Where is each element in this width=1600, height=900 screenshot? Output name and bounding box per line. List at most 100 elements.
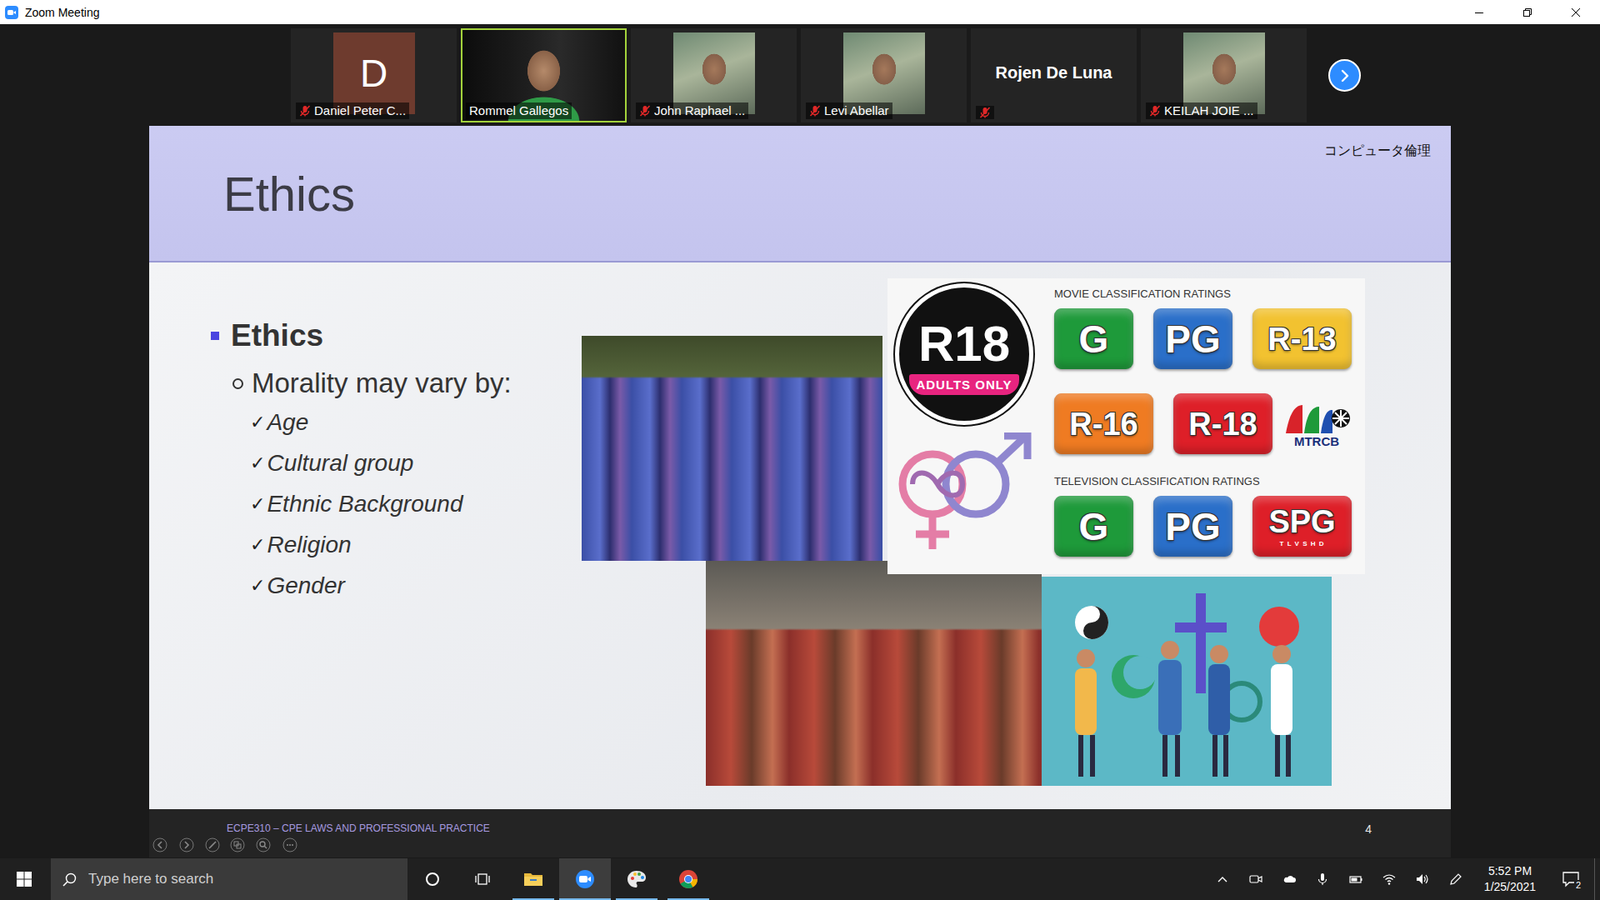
participant-tile[interactable]: DDaniel Peter C... (290, 28, 457, 123)
zoom-in-icon[interactable] (255, 837, 271, 853)
adults-only-badge: R18 ADULTS ONLY (895, 283, 1034, 425)
notification-button[interactable]: 2 (1547, 858, 1595, 900)
start-button[interactable] (0, 858, 49, 900)
cortana-button[interactable] (407, 858, 458, 900)
clock[interactable]: 5:52 PM1/25/2021 (1472, 858, 1548, 900)
slide-title: Ethics (223, 165, 355, 222)
muted-mic-icon (809, 105, 821, 117)
meeting-area: DDaniel Peter C...Rommel Gallegos John Ra… (0, 24, 1600, 859)
taskbar-app[interactable] (559, 858, 611, 900)
onedrive-button[interactable] (1272, 858, 1306, 900)
pen-icon[interactable] (205, 837, 220, 853)
check-item-text: Religion (266, 531, 351, 559)
minimize-icon (1475, 8, 1484, 17)
minimize-button[interactable] (1455, 0, 1504, 25)
running-indicator (667, 898, 710, 900)
paint-icon (626, 869, 647, 890)
slide-header: Ethicsコンピュータ倫理 (149, 125, 1451, 263)
restore-button[interactable] (1503, 0, 1552, 25)
slide: Ethicsコンピュータ倫理EthicsMorality may vary by… (149, 125, 1451, 858)
next-page-button[interactable] (1328, 59, 1361, 92)
next-slide-icon[interactable] (179, 837, 195, 853)
running-indicator (559, 898, 611, 900)
participant-name: Levi Abellar (824, 103, 890, 119)
check-mark: ✓ (250, 575, 265, 596)
religion-illustration (1041, 576, 1332, 786)
rating-label: SPG (1268, 505, 1335, 538)
speaker-icon (1415, 872, 1430, 886)
gender-symbol-icon (882, 432, 1035, 555)
close-button[interactable] (1551, 0, 1600, 25)
rating-label: G (1079, 507, 1110, 546)
close-icon (1571, 8, 1580, 17)
bullet-text: Ethics (230, 318, 324, 354)
circle-bullet-icon (232, 378, 244, 390)
task-view-icon (475, 871, 490, 887)
taskbar-app[interactable] (662, 858, 715, 900)
show-hidden-icons-button[interactable] (1205, 858, 1240, 900)
rating-badge: G (1054, 308, 1134, 370)
search-box[interactable] (50, 858, 408, 900)
running-indicator (615, 898, 658, 900)
window-title: Zoom Meeting (25, 5, 100, 20)
rating-badge: SPG T L V S H D (1252, 495, 1352, 557)
meet-now-button[interactable] (1239, 858, 1273, 900)
movie-ratings-title: MOVIE CLASSIFICATION RATINGS (1054, 287, 1365, 301)
wifi-icon (1382, 872, 1396, 886)
slide-number: 4 (1365, 822, 1372, 836)
wifi-button[interactable] (1372, 858, 1406, 900)
taskbar-app[interactable] (610, 858, 663, 900)
rating-sub: T L V S H D (1280, 540, 1325, 548)
pen-workspace-icon (1449, 872, 1463, 886)
muted-mic-icon (1149, 105, 1161, 117)
taskbar-app[interactable] (507, 858, 560, 900)
battery-icon (1349, 872, 1363, 886)
rating-row: R-16R-18MTRCB (1054, 393, 1365, 455)
title-bar: Zoom Meeting (0, 0, 1600, 25)
search-icon (62, 872, 77, 887)
participant-name-display: Rojen De Luna (972, 63, 1135, 83)
participant-label: Levi Abellar (805, 102, 893, 120)
clock-time: 5:52 PM (1488, 863, 1532, 880)
participant-tile[interactable]: Rojen De Luna (970, 28, 1137, 123)
more-options-icon[interactable] (282, 837, 298, 853)
slide-body: EthicsMorality may vary by:✓Age✓Cultural… (149, 262, 1451, 810)
ratings-right-column: MOVIE CLASSIFICATION RATINGSGPGR-13R-16R… (1054, 278, 1365, 575)
participant-name: John Raphael ... (654, 103, 745, 119)
participant-tile[interactable]: Rommel Gallegos (460, 28, 627, 123)
rating-badge: G (1054, 495, 1134, 557)
participant-tile[interactable]: John Raphael ... (630, 28, 797, 123)
battery-button[interactable] (1339, 858, 1373, 900)
rating-row: GPGSPGT L V S H D (1054, 495, 1365, 557)
participant-strip: DDaniel Peter C...Rommel Gallegos John Ra… (0, 28, 1600, 123)
participant-tile[interactable]: KEILAH JOIE ... (1140, 28, 1307, 123)
mtrcb-emblem-icon (1282, 400, 1351, 435)
tv-ratings-title: TELEVISION CLASSIFICATION RATINGS (1054, 475, 1365, 489)
rating-badge: R-16 (1054, 393, 1154, 455)
chevron-right-icon (1338, 69, 1352, 83)
windows-logo-icon (16, 871, 32, 887)
sub-bullet-text: Morality may vary by: (251, 367, 512, 400)
check-item-text: Age (266, 409, 309, 436)
square-bullet-icon (210, 331, 220, 340)
search-input[interactable] (86, 870, 408, 889)
slides-grid-icon[interactable] (230, 837, 245, 853)
restore-icon (1523, 8, 1532, 17)
mtrcb-text: MTRCB (1294, 435, 1340, 449)
muted-mic-icon (979, 106, 991, 119)
rating-row: GPGR-13 (1054, 308, 1365, 370)
show-desktop-button[interactable] (1594, 858, 1600, 900)
adults-only-sub: ADULTS ONLY (909, 374, 1019, 395)
rating-label: PG (1165, 320, 1220, 359)
speaker-button[interactable] (1405, 858, 1440, 900)
pen-workspace-button[interactable] (1439, 858, 1473, 900)
cultural-photo (581, 335, 883, 561)
mtrcb-logo: MTRCB (1282, 400, 1351, 449)
microphone-button[interactable] (1305, 858, 1340, 900)
explorer-icon (523, 869, 544, 890)
participant-label: Daniel Peter C... (295, 102, 410, 120)
adults-only-label: R18 (918, 319, 1010, 370)
previous-slide-icon[interactable] (152, 837, 168, 853)
task-view-button[interactable] (457, 858, 508, 900)
participant-tile[interactable]: Levi Abellar (800, 28, 967, 123)
